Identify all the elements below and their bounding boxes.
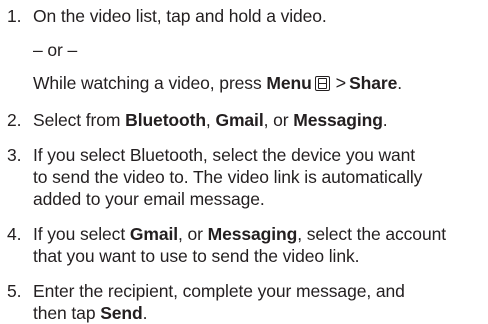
menu-label: Menu xyxy=(266,73,312,93)
step-prefix: If you select xyxy=(33,224,130,244)
option-messaging: Messaging xyxy=(293,110,383,130)
step-line: If you select Bluetooth, select the devi… xyxy=(33,145,416,165)
step-line: then tap Send. xyxy=(33,302,147,324)
alt-prefix: While watching a video, press xyxy=(33,73,267,93)
alt-suffix: . xyxy=(397,73,402,93)
instructions-page: 1. On the video list, tap and hold a vid… xyxy=(0,0,488,324)
arrow-separator: > xyxy=(335,73,347,93)
step-text: On the video list, tap and hold a video. xyxy=(33,6,327,26)
send-label: Send xyxy=(100,303,143,323)
step-line: to send the video to. The video link is … xyxy=(33,167,423,187)
step-line: If you select Gmail, or Messaging, selec… xyxy=(33,223,446,245)
step-suffix: . xyxy=(382,110,388,130)
share-label: Share xyxy=(349,73,398,93)
step-prefix: then tap xyxy=(33,303,101,323)
separator: , or xyxy=(177,224,208,244)
step-text: Select from Bluetooth, Gmail, or Messagi… xyxy=(33,109,388,131)
step-prefix: Select from xyxy=(33,110,126,130)
step-number: 1. xyxy=(7,6,22,26)
step-mid: , select the account xyxy=(297,224,446,244)
step-number: 5. xyxy=(7,281,22,301)
option-gmail: Gmail xyxy=(129,224,178,244)
step-number: 2. xyxy=(7,110,22,130)
step-line: Enter the recipient, complete your messa… xyxy=(33,281,405,301)
step-line: that you want to use to send the video l… xyxy=(33,246,360,266)
step-alt-text: While watching a video, press Menu > Share… xyxy=(33,72,402,94)
step-suffix: . xyxy=(142,303,148,323)
separator: , or xyxy=(263,110,294,130)
option-bluetooth: Bluetooth xyxy=(125,110,206,130)
option-messaging: Messaging xyxy=(207,224,298,244)
step-number: 3. xyxy=(7,145,22,165)
menu-key-icon xyxy=(314,76,330,91)
step-number: 4. xyxy=(7,224,22,244)
step-line: added to your email message. xyxy=(33,189,265,209)
or-separator: – or – xyxy=(33,40,78,60)
option-gmail: Gmail xyxy=(215,110,264,130)
